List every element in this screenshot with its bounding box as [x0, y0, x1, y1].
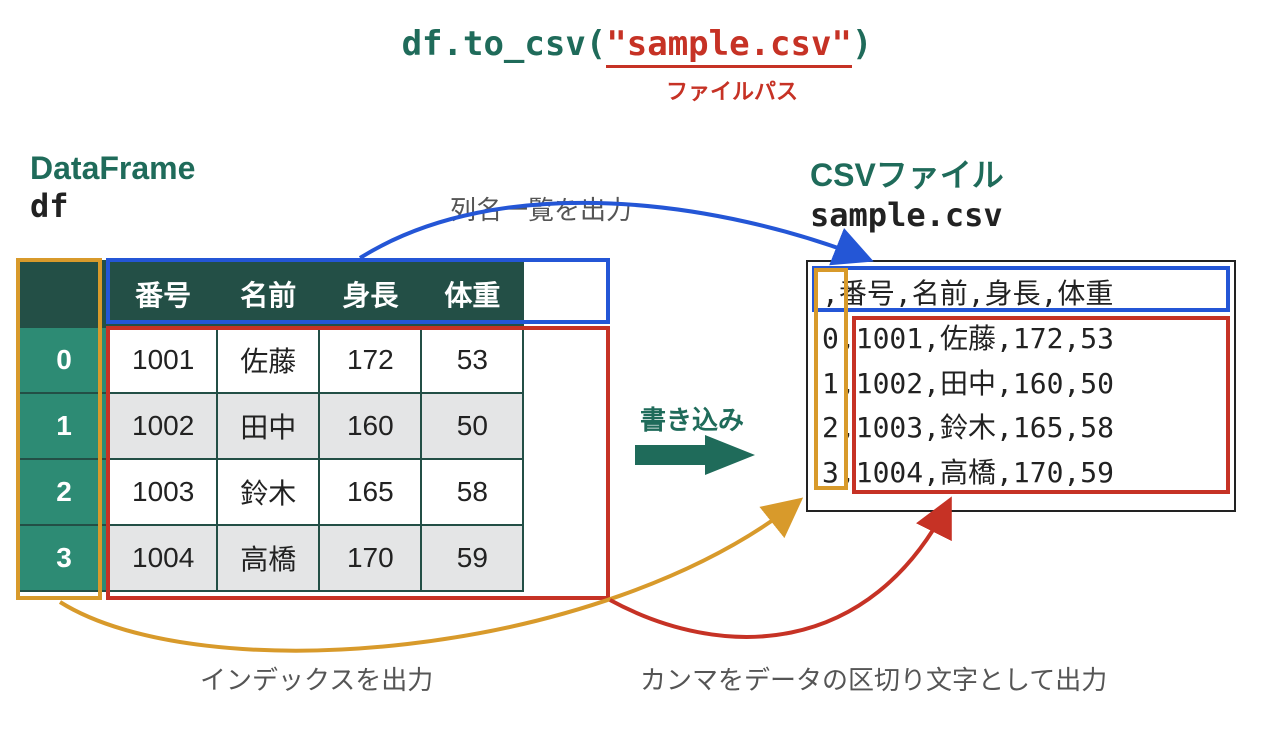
index-output-label: インデックスを出力	[200, 660, 433, 697]
csv-heading: CSVファイル	[810, 150, 1004, 196]
col-header: 身長	[319, 261, 421, 327]
row-index: 0	[19, 327, 109, 393]
code-suffix: )	[852, 24, 872, 64]
csv-file-box: ,番号,名前,身長,体重 0,1001,佐藤,172,53 1,1002,田中,…	[806, 260, 1236, 512]
cell: 田中	[217, 393, 319, 459]
cell: 58	[421, 459, 523, 525]
cell: 59	[421, 525, 523, 591]
dataframe-varname: df	[30, 187, 195, 225]
csv-line: 0,1001,佐藤,172,53	[822, 317, 1220, 362]
arrow-data-icon	[610, 500, 950, 637]
code-prefix: df.to_csv(	[402, 24, 607, 64]
cell: 165	[319, 459, 421, 525]
row-index: 3	[19, 525, 109, 591]
index-corner	[19, 261, 109, 327]
csv-line: 1,1002,田中,160,50	[822, 362, 1220, 407]
columns-output-label: 列名一覧を出力	[450, 190, 632, 227]
col-header: 番号	[109, 261, 217, 327]
cell: 53	[421, 327, 523, 393]
comma-separator-label: カンマをデータの区切り文字として出力	[640, 660, 1107, 697]
csv-filename: sample.csv	[810, 196, 1004, 234]
table-header-row: 番号 名前 身長 体重	[19, 261, 523, 327]
row-index: 1	[19, 393, 109, 459]
table-row: 2 1003 鈴木 165 58	[19, 459, 523, 525]
cell: 1002	[109, 393, 217, 459]
col-header: 体重	[421, 261, 523, 327]
cell: 高橋	[217, 525, 319, 591]
csv-line: ,番号,名前,身長,体重	[822, 272, 1220, 317]
col-header: 名前	[217, 261, 319, 327]
cell: 172	[319, 327, 421, 393]
cell: 1001	[109, 327, 217, 393]
dataframe-heading: DataFrame	[30, 150, 195, 187]
row-index: 2	[19, 459, 109, 525]
table-row: 1 1002 田中 160 50	[19, 393, 523, 459]
filepath-label: ファイルパス	[0, 74, 1274, 106]
code-filename: "sample.csv"	[606, 24, 852, 64]
arrow-write-icon	[635, 435, 755, 475]
table-row: 0 1001 佐藤 172 53	[19, 327, 523, 393]
cell: 1003	[109, 459, 217, 525]
cell: 1004	[109, 525, 217, 591]
write-label: 書き込み	[640, 400, 744, 437]
dataframe-table: 番号 名前 身長 体重 0 1001 佐藤 172 53 1 1002 田中 1…	[18, 260, 524, 592]
csv-title: CSVファイル sample.csv	[810, 150, 1004, 234]
cell: 50	[421, 393, 523, 459]
cell: 佐藤	[217, 327, 319, 393]
csv-line: 3,1004,高橋,170,59	[822, 451, 1220, 496]
csv-line: 2,1003,鈴木,165,58	[822, 406, 1220, 451]
table-row: 3 1004 高橋 170 59	[19, 525, 523, 591]
dataframe-title: DataFrame df	[30, 150, 195, 225]
cell: 170	[319, 525, 421, 591]
code-expression: df.to_csv("sample.csv")	[0, 24, 1274, 64]
cell: 160	[319, 393, 421, 459]
cell: 鈴木	[217, 459, 319, 525]
